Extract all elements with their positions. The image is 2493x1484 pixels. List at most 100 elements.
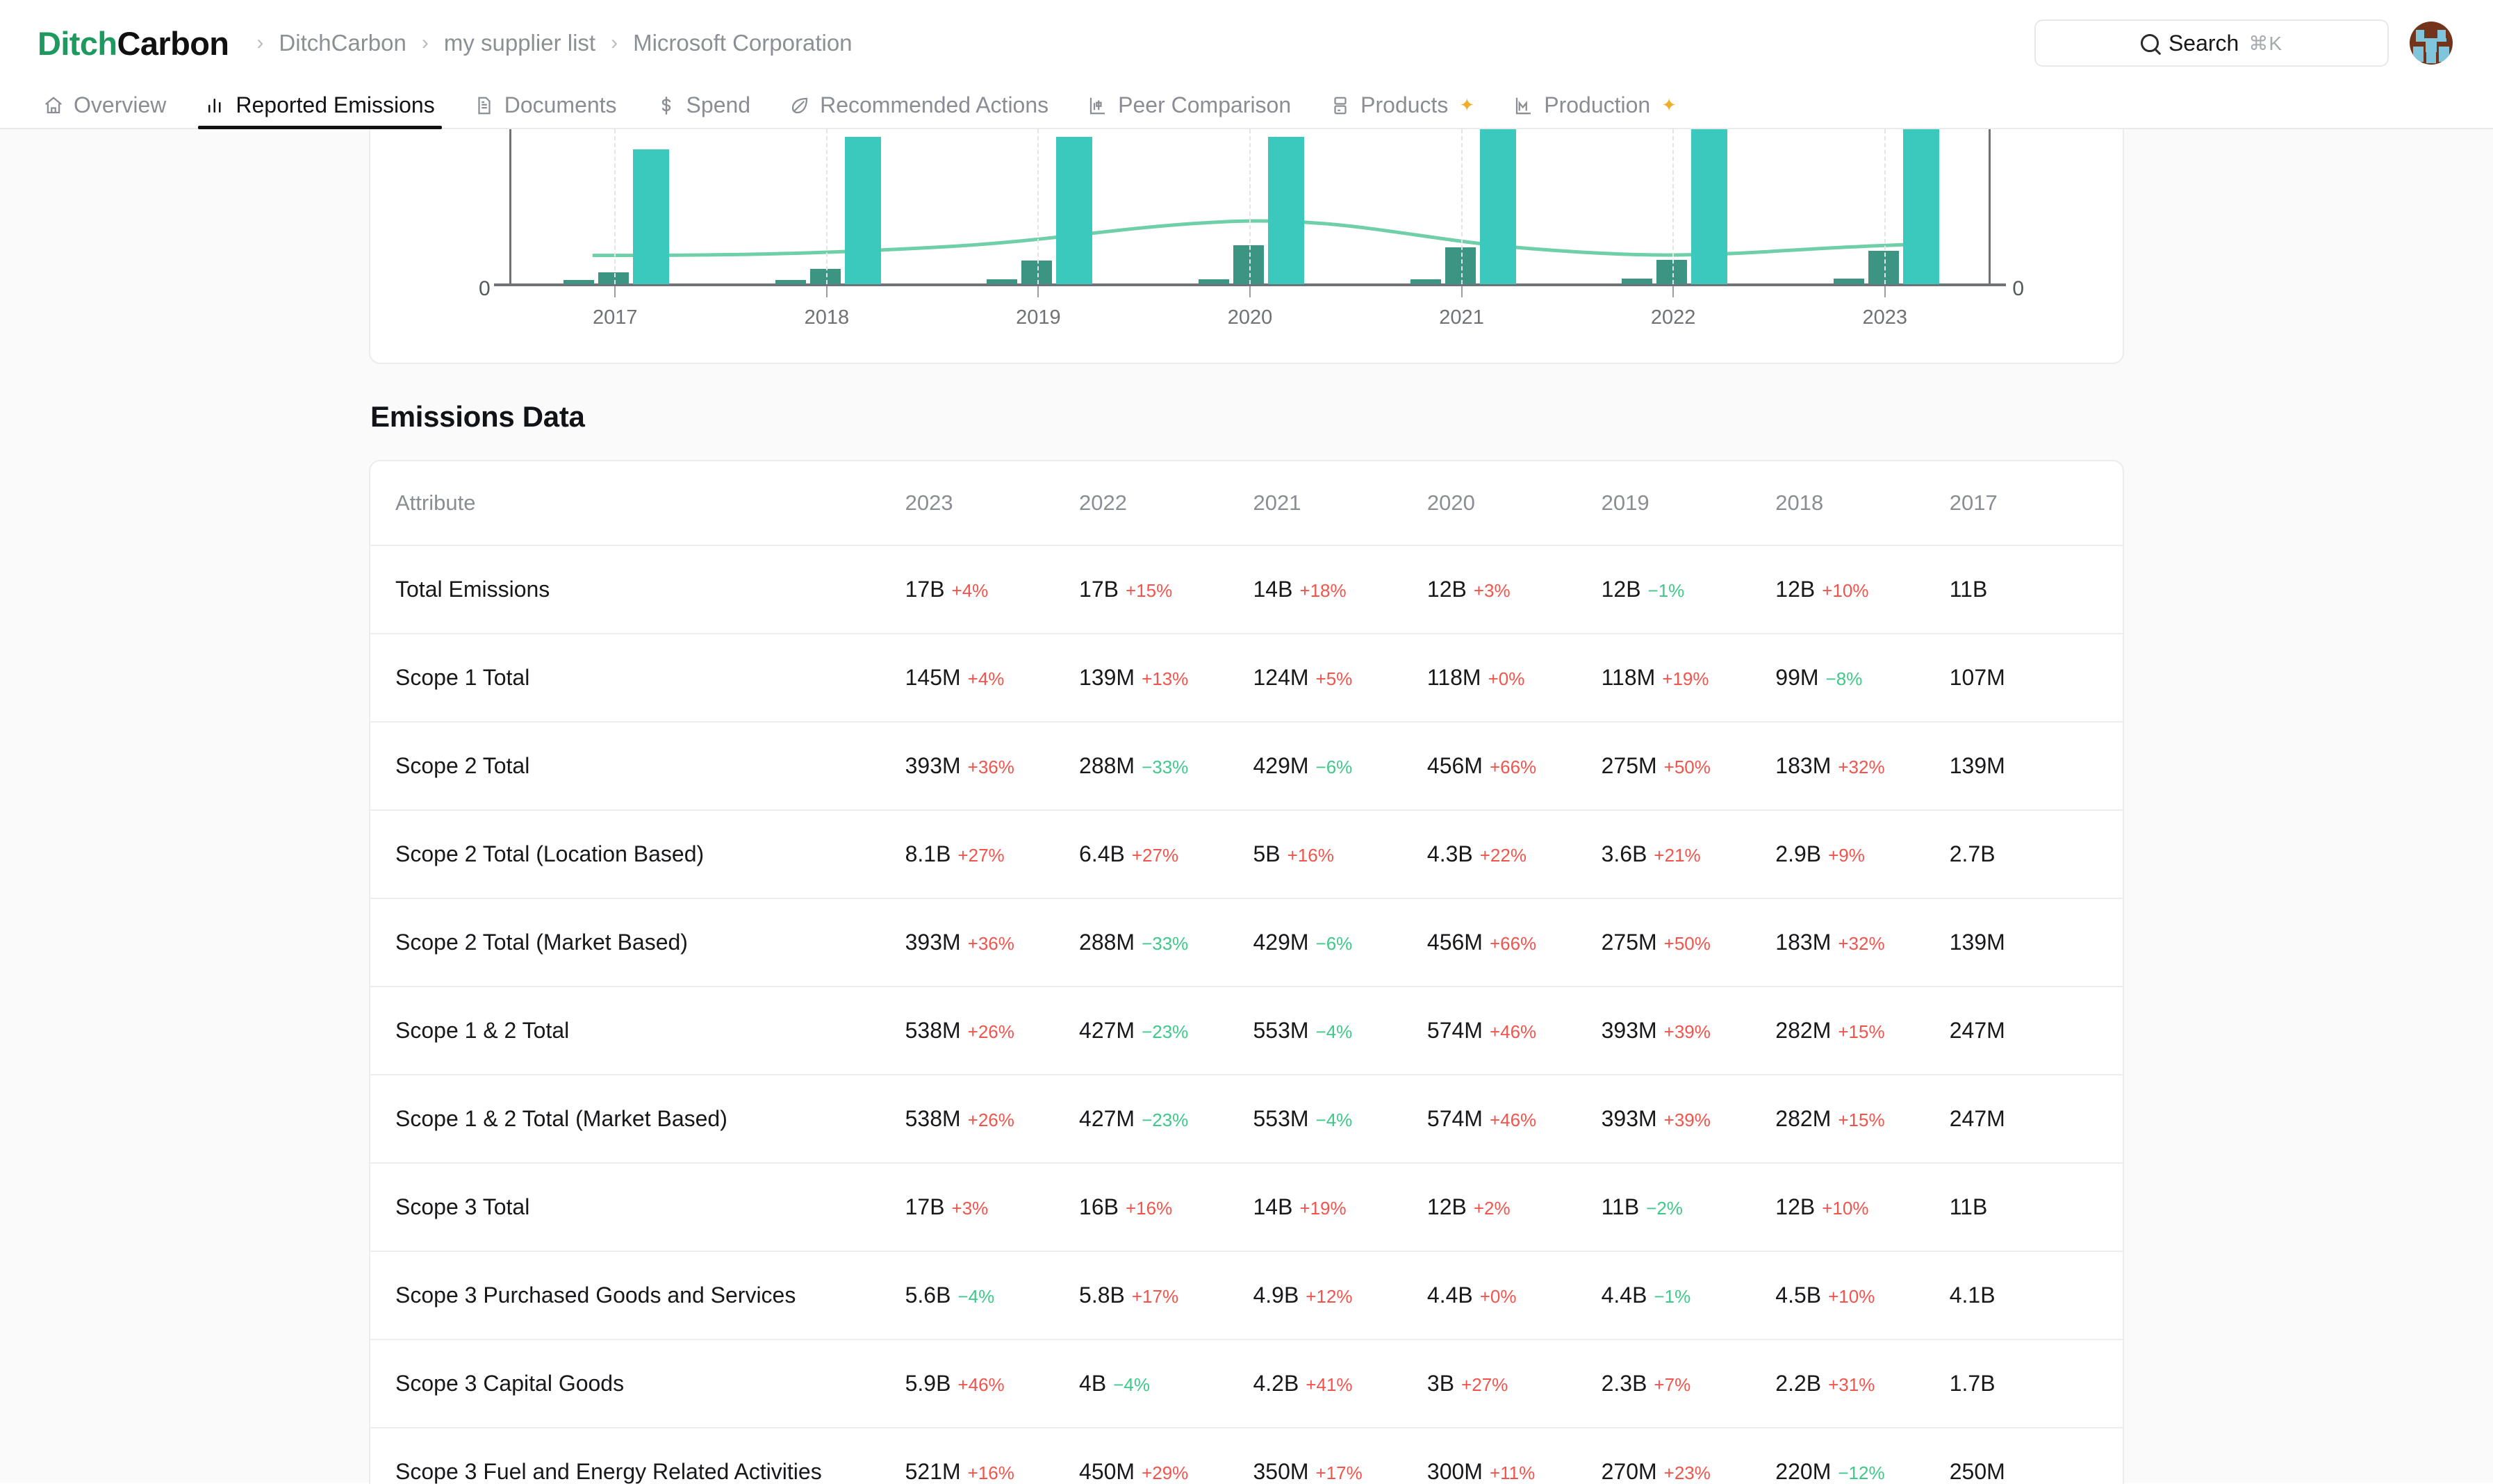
chart-x-tick-2022 — [1672, 286, 1675, 297]
delta-badge: −23% — [1142, 1021, 1189, 1042]
tab-overview[interactable]: Overview — [24, 92, 186, 128]
search-label: Search — [2168, 30, 2239, 56]
delta-badge: +12% — [1306, 1286, 1353, 1307]
value-text: 4.4B — [1426, 1283, 1473, 1308]
column-header-2021[interactable]: 2021 — [1253, 461, 1427, 546]
row-attribute-label: Total Emissions — [370, 545, 905, 634]
value-text: 2.3B — [1601, 1371, 1647, 1396]
table-row[interactable]: Scope 3 Total 17B +3% 16B +16% 14B +19% 12B +2% 1… — [370, 1163, 2123, 1252]
chart-bar-group-2022[interactable] — [1622, 129, 1728, 284]
logo-text-carbon: Carbon — [117, 24, 230, 62]
document-icon — [474, 95, 495, 116]
avatar[interactable] — [2410, 22, 2453, 65]
table-row[interactable]: Scope 2 Total (Market Based) 393M +36% 288M… — [370, 898, 2123, 987]
delta-badge: −6% — [1315, 757, 1353, 777]
tab-reported-emissions[interactable]: Reported Emissions — [186, 92, 454, 129]
value-text: 275M — [1601, 930, 1657, 955]
delta-badge: +0% — [1479, 1286, 1517, 1307]
delta-badge: +50% — [1663, 933, 1711, 954]
chart-bar-group-2021[interactable] — [1410, 129, 1516, 284]
chart-x-tick-2019 — [1037, 286, 1039, 297]
column-header-2022[interactable]: 2022 — [1079, 461, 1253, 546]
emissions-chart-plot[interactable]: 0 0 2017 2018 2019 2020 2021 2022 2023 — [479, 129, 2024, 329]
cell-value-2022: 288M −33% — [1079, 722, 1253, 811]
top-bar-right: Search ⌘K — [2034, 19, 2453, 67]
value-text: 2.7B — [1949, 841, 1996, 866]
chart-bar-group-2017[interactable] — [563, 149, 670, 284]
table-row[interactable]: Scope 2 Total (Location Based) 8.1B +27% 6.… — [370, 810, 2123, 899]
column-header-2020[interactable]: 2020 — [1426, 461, 1602, 546]
tab-documents[interactable]: Documents — [454, 92, 636, 128]
value-text: 270M — [1601, 1459, 1657, 1484]
chart-bar-group-2019[interactable] — [987, 137, 1093, 284]
column-header-attribute[interactable]: Attribute — [370, 461, 905, 546]
bar-scope2-2023 — [1868, 250, 1899, 284]
emissions-chart-card: 0 0 2017 2018 2019 2020 2021 2022 2023 — [369, 129, 2124, 364]
cell-value-2023: 5.6B −4% — [905, 1251, 1080, 1340]
table-row[interactable]: Scope 3 Fuel and Energy Related Activiti… — [370, 1428, 2123, 1484]
delta-badge: +3% — [1473, 580, 1511, 601]
chart-bar-group-2023[interactable] — [1833, 129, 1939, 284]
value-text: 107M — [1949, 665, 2005, 690]
table-row[interactable]: Total Emissions 17B +4% 17B +15% 14B +18% 12B +3… — [370, 545, 2123, 634]
table-body: Total Emissions 17B +4% 17B +15% 14B +18% 12B +3… — [370, 545, 2123, 1484]
value-text: 4.2B — [1253, 1371, 1299, 1396]
compare-icon — [1087, 95, 1108, 116]
value-text: 4B — [1079, 1371, 1107, 1396]
table-row[interactable]: Scope 1 & 2 Total (Market Based) 538M +26%… — [370, 1075, 2123, 1164]
column-header-2019[interactable]: 2019 — [1601, 461, 1776, 546]
search-input[interactable]: Search ⌘K — [2034, 19, 2389, 67]
breadcrumb-item-0[interactable]: DitchCarbon — [279, 30, 406, 56]
tab-products[interactable]: Products ✦ — [1310, 92, 1494, 128]
value-text: 288M — [1079, 930, 1135, 955]
value-text: 5.8B — [1079, 1283, 1125, 1308]
delta-badge: +32% — [1838, 757, 1885, 777]
value-text: 11B — [1949, 577, 1988, 602]
cell-value-2021: 429M −6% — [1253, 898, 1427, 987]
table-row[interactable]: Scope 1 & 2 Total 538M +26% 427M −23% 553M −4%… — [370, 987, 2123, 1075]
delta-badge: +9% — [1828, 845, 1865, 866]
breadcrumb-item-1[interactable]: my supplier list — [444, 30, 595, 56]
app-logo[interactable]: DitchCarbon — [38, 24, 229, 63]
cell-value-2018: 4.5B +10% — [1775, 1251, 1950, 1340]
cell-value-2021: 124M +5% — [1253, 634, 1427, 723]
column-header-2017[interactable]: 2017 — [1949, 461, 2123, 546]
row-attribute-label: Scope 3 Total — [370, 1163, 905, 1252]
tab-recommended-actions[interactable]: Recommended Actions — [770, 92, 1068, 128]
table-row[interactable]: Scope 1 Total 145M +4% 139M +13% 124M +5% 118M +… — [370, 634, 2123, 723]
chart-gridline-2022 — [1672, 129, 1675, 284]
tab-peer-comparison-label: Peer Comparison — [1118, 92, 1292, 117]
chart-gridline-2017 — [614, 129, 616, 284]
chart-bar-group-2018[interactable] — [775, 137, 881, 284]
emissions-data-table-card: Attribute 2023 2022 2021 2020 2019 2018 … — [369, 460, 2124, 1484]
tab-reported-emissions-label: Reported Emissions — [236, 92, 435, 117]
table-row[interactable]: Scope 3 Capital Goods 5.9B +46% 4B −4% 4.2B +4… — [370, 1339, 2123, 1428]
factory-icon — [1513, 95, 1534, 116]
column-header-2018[interactable]: 2018 — [1775, 461, 1950, 546]
cell-value-2021: 14B +18% — [1253, 545, 1427, 634]
tab-spend[interactable]: Spend — [636, 92, 771, 128]
cell-value-2022: 288M −33% — [1079, 898, 1253, 987]
cell-value-2023: 393M +36% — [905, 898, 1080, 987]
cell-value-2020: 456M +66% — [1426, 722, 1602, 811]
home-icon — [43, 95, 64, 116]
tab-production[interactable]: Production ✦ — [1494, 92, 1696, 128]
cell-value-2018: 220M −12% — [1775, 1428, 1950, 1484]
value-text: 183M — [1775, 753, 1832, 778]
chart-bar-group-2020[interactable] — [1199, 137, 1304, 284]
value-text: 12B — [1426, 577, 1467, 602]
bar-total-2018 — [844, 137, 881, 284]
column-header-2023[interactable]: 2023 — [905, 461, 1080, 546]
cell-value-2017: 247M — [1949, 1075, 2123, 1164]
bar-scope2-2022 — [1656, 259, 1688, 284]
tab-peer-comparison[interactable]: Peer Comparison — [1068, 92, 1310, 128]
value-text: 393M — [1601, 1018, 1657, 1043]
cell-value-2020: 574M +46% — [1426, 987, 1602, 1075]
row-attribute-label: Scope 3 Purchased Goods and Services — [370, 1251, 905, 1340]
breadcrumb-item-2[interactable]: Microsoft Corporation — [633, 30, 852, 56]
table-row[interactable]: Scope 2 Total 393M +36% 288M −33% 429M −6% 456M… — [370, 722, 2123, 811]
table-row[interactable]: Scope 3 Purchased Goods and Services 5.6B… — [370, 1251, 2123, 1340]
cell-value-2022: 17B +15% — [1079, 545, 1253, 634]
value-text: 12B — [1601, 577, 1641, 602]
value-text: 4.1B — [1949, 1283, 1996, 1308]
